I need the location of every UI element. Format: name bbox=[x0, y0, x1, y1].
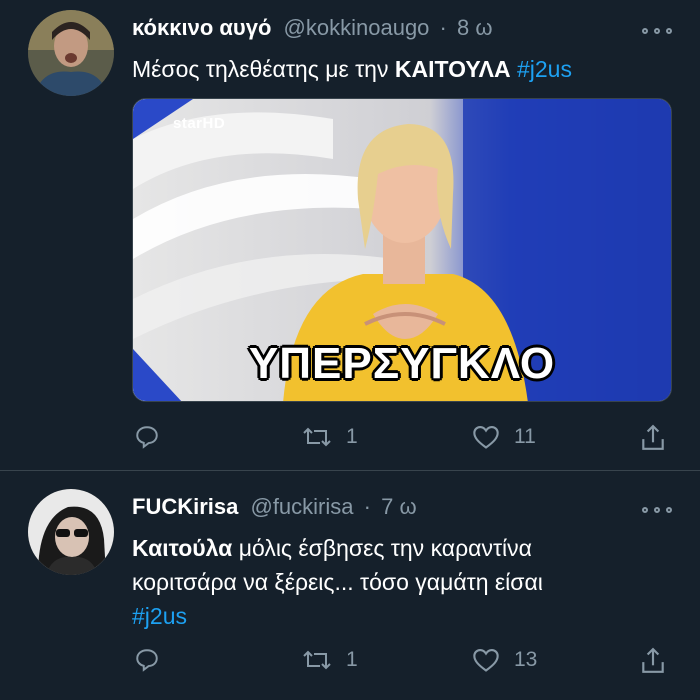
tweet-media[interactable]: starHD ΥΠΕΡΣΥΓΚΛΟ bbox=[132, 98, 672, 402]
tweet-actions: 1 11 bbox=[0, 424, 700, 454]
hashtag-link[interactable]: #j2us bbox=[517, 56, 572, 82]
retweet-count: 1 bbox=[346, 648, 358, 671]
tweet-header: κόκκινο αυγό @kokkinoaugo · 8 ω bbox=[132, 14, 493, 42]
avatar-image bbox=[28, 10, 114, 96]
tweet-text-bold: ΚΑΙΤΟΥΛΑ bbox=[394, 56, 511, 82]
more-options-icon[interactable] bbox=[642, 24, 672, 38]
heart-icon bbox=[473, 426, 499, 449]
reply-button[interactable] bbox=[134, 424, 160, 450]
timestamp[interactable]: 7 ω bbox=[381, 494, 417, 519]
share-button[interactable] bbox=[640, 647, 666, 675]
retweet-button[interactable]: 1 bbox=[302, 424, 358, 450]
retweet-icon bbox=[303, 650, 331, 670]
tweet-text: Μέσος τηλεθέατης με την ΚΑΙΤΟΥΛΑ #j2us bbox=[132, 52, 572, 86]
retweet-count: 1 bbox=[346, 425, 358, 448]
like-button[interactable]: 13 bbox=[472, 647, 537, 673]
like-count: 11 bbox=[514, 425, 536, 448]
tweet-text-line: κοριτσάρα να ξέρεις... τόσο γαμάτη είσαι bbox=[132, 569, 543, 595]
hashtag-link[interactable]: #j2us bbox=[132, 603, 187, 629]
share-button[interactable] bbox=[640, 424, 666, 452]
display-name[interactable]: κόκκινο αυγό bbox=[132, 15, 271, 40]
tweet-text-part: Μέσος τηλεθέατης με την bbox=[132, 56, 395, 82]
tweet-text-line: Καιτούλα μόλις έσβησες την καραντίνα bbox=[132, 531, 672, 565]
tweet-text: Καιτούλα μόλις έσβησες την καραντίνα κορ… bbox=[132, 531, 672, 633]
retweet-icon bbox=[303, 427, 331, 447]
more-options-icon[interactable] bbox=[642, 503, 672, 517]
display-name[interactable]: FUCKirisa bbox=[132, 494, 238, 519]
user-handle[interactable]: @fuckirisa bbox=[250, 494, 353, 519]
retweet-button[interactable]: 1 bbox=[302, 647, 358, 673]
separator-dot: · bbox=[363, 494, 371, 519]
reply-icon bbox=[136, 649, 158, 672]
user-handle[interactable]: @kokkinoaugo bbox=[284, 15, 430, 40]
reply-button[interactable] bbox=[134, 647, 160, 673]
like-count: 13 bbox=[514, 648, 538, 671]
reply-icon bbox=[136, 426, 158, 449]
avatar-image bbox=[28, 489, 114, 575]
channel-logo: starHD bbox=[173, 115, 226, 132]
like-button[interactable]: 11 bbox=[472, 424, 536, 450]
tweet-1[interactable]: κόκκινο αυγό @kokkinoaugo · 8 ω Μέσος τη… bbox=[0, 0, 700, 470]
share-icon bbox=[642, 647, 664, 673]
media-caption: ΥΠΕΡΣΥΓΚΛΟ bbox=[248, 339, 556, 388]
heart-icon bbox=[473, 649, 499, 672]
tweet-actions: 1 13 bbox=[0, 647, 700, 677]
avatar[interactable] bbox=[28, 10, 114, 96]
timestamp[interactable]: 8 ω bbox=[457, 15, 493, 40]
avatar[interactable] bbox=[28, 489, 114, 575]
tweet-text-part: μόλις έσβησες την καραντίνα bbox=[232, 535, 532, 561]
tweet-text-bold: Καιτούλα bbox=[132, 535, 233, 561]
tweet-header: FUCKirisa @fuckirisa · 7 ω bbox=[132, 493, 417, 521]
tweet-2[interactable]: FUCKirisa @fuckirisa · 7 ω Καιτούλα μόλι… bbox=[0, 471, 700, 700]
separator-dot: · bbox=[439, 15, 447, 40]
share-icon bbox=[642, 424, 664, 450]
